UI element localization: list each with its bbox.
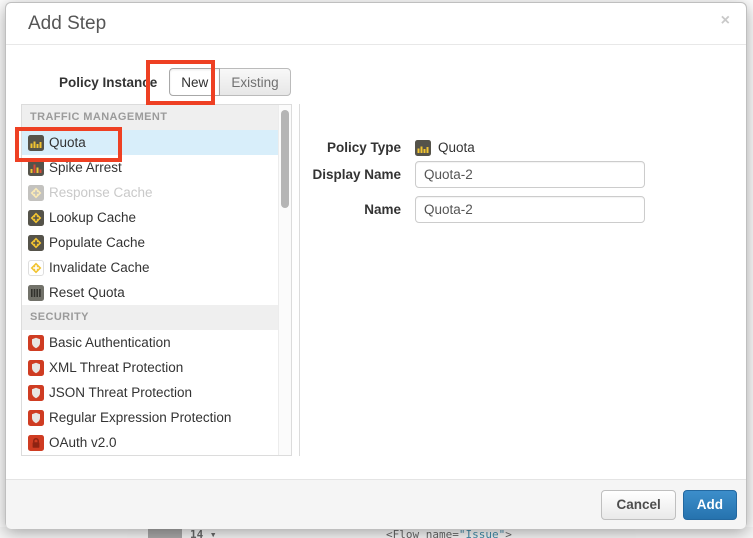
- name-label: Name: [286, 202, 401, 217]
- editor-code-line: <Flow name="Issue">: [386, 528, 512, 538]
- category-header-traffic-management: TRAFFIC MANAGEMENT: [22, 105, 278, 130]
- policy-type-label: Policy Type: [286, 140, 401, 155]
- policy-type-text: Quota: [438, 140, 475, 155]
- sidebar-item-label: XML Threat Protection: [49, 360, 183, 375]
- sidebar-item-invalidate-cache[interactable]: Invalidate Cache: [22, 255, 278, 280]
- sidebar-item-response-cache: Response Cache: [22, 180, 278, 205]
- sidebar-item-basic-authentication[interactable]: Basic Authentication: [22, 330, 278, 355]
- reset-icon: [28, 285, 44, 301]
- policy-instance-toggle: NewExisting: [169, 68, 290, 96]
- sidebar-item-label: OAuth v2.0: [49, 435, 117, 450]
- cache-icon: [28, 185, 44, 201]
- cache-icon: [28, 260, 44, 276]
- sidebar-item-label: Basic Authentication: [49, 335, 171, 350]
- sidebar-item-json-threat-protection[interactable]: JSON Threat Protection: [22, 380, 278, 405]
- code-end: >: [505, 528, 512, 538]
- shield-icon: [28, 410, 44, 426]
- policy-type-row: Policy Type Quota: [286, 134, 475, 161]
- policy-type-value: Quota: [415, 140, 475, 156]
- dialog-header: Add Step ×: [6, 3, 746, 45]
- policy-instance-existing-button[interactable]: Existing: [219, 68, 290, 96]
- cache-icon: [28, 235, 44, 251]
- policy-instance-label: Policy Instance: [59, 75, 157, 90]
- sidebar-item-oauth-v2-0[interactable]: OAuth v2.0: [22, 430, 278, 455]
- sidebar-item-label: Invalidate Cache: [49, 260, 150, 275]
- sidebar-item-label: Regular Expression Protection: [49, 410, 231, 425]
- sidebar-item-label: Quota: [49, 135, 86, 150]
- add-step-dialog: Add Step × Policy Instance NewExisting T…: [5, 2, 747, 528]
- policy-instance-new-button[interactable]: New: [169, 68, 220, 96]
- display-name-input[interactable]: [415, 161, 645, 188]
- quota-icon: [415, 140, 431, 156]
- close-icon[interactable]: ×: [721, 13, 730, 29]
- shield-icon: [28, 335, 44, 351]
- cancel-button[interactable]: Cancel: [601, 490, 675, 520]
- lock-icon: [28, 435, 44, 451]
- code-string: "Issue": [459, 528, 505, 538]
- sidebar-item-quota[interactable]: Quota: [22, 130, 278, 155]
- sidebar-item-label: Response Cache: [49, 185, 153, 200]
- add-button[interactable]: Add: [683, 490, 737, 520]
- sidebar-item-label: Spike Arrest: [49, 160, 122, 175]
- sidebar-item-spike-arrest[interactable]: Spike Arrest: [22, 155, 278, 180]
- sidebar-item-xml-threat-protection[interactable]: XML Threat Protection: [22, 355, 278, 380]
- editor-line-number: 14 ▾: [190, 528, 217, 538]
- policy-list: TRAFFIC MANAGEMENT Quota Spike Arrest Respo…: [22, 105, 278, 455]
- quota-icon: [28, 135, 44, 151]
- policy-instance-row: Policy Instance NewExisting: [59, 68, 291, 96]
- name-row: Name: [286, 196, 645, 223]
- sidebar-item-label: Reset Quota: [49, 285, 125, 300]
- dialog-footer: Cancel Add: [6, 479, 746, 529]
- category-header-security: SECURITY: [22, 305, 278, 330]
- sidebar-item-label: JSON Threat Protection: [49, 385, 192, 400]
- sidebar-item-lookup-cache[interactable]: Lookup Cache: [22, 205, 278, 230]
- name-input[interactable]: [415, 196, 645, 223]
- display-name-label: Display Name: [286, 167, 401, 182]
- sidebar-item-label: Populate Cache: [49, 235, 145, 250]
- policy-list-panel: TRAFFIC MANAGEMENT Quota Spike Arrest Respo…: [21, 104, 292, 456]
- cache-icon: [28, 210, 44, 226]
- dialog-title: Add Step: [28, 13, 106, 35]
- display-name-row: Display Name: [286, 161, 645, 188]
- shield-icon: [28, 385, 44, 401]
- sidebar-item-regular-expression-protection[interactable]: Regular Expression Protection: [22, 405, 278, 430]
- sidebar-item-populate-cache[interactable]: Populate Cache: [22, 230, 278, 255]
- spike-icon: [28, 160, 44, 176]
- code-tag: <Flow name=: [386, 528, 459, 538]
- sidebar-item-reset-quota[interactable]: Reset Quota: [22, 280, 278, 305]
- shield-icon: [28, 360, 44, 376]
- sidebar-item-label: Lookup Cache: [49, 210, 136, 225]
